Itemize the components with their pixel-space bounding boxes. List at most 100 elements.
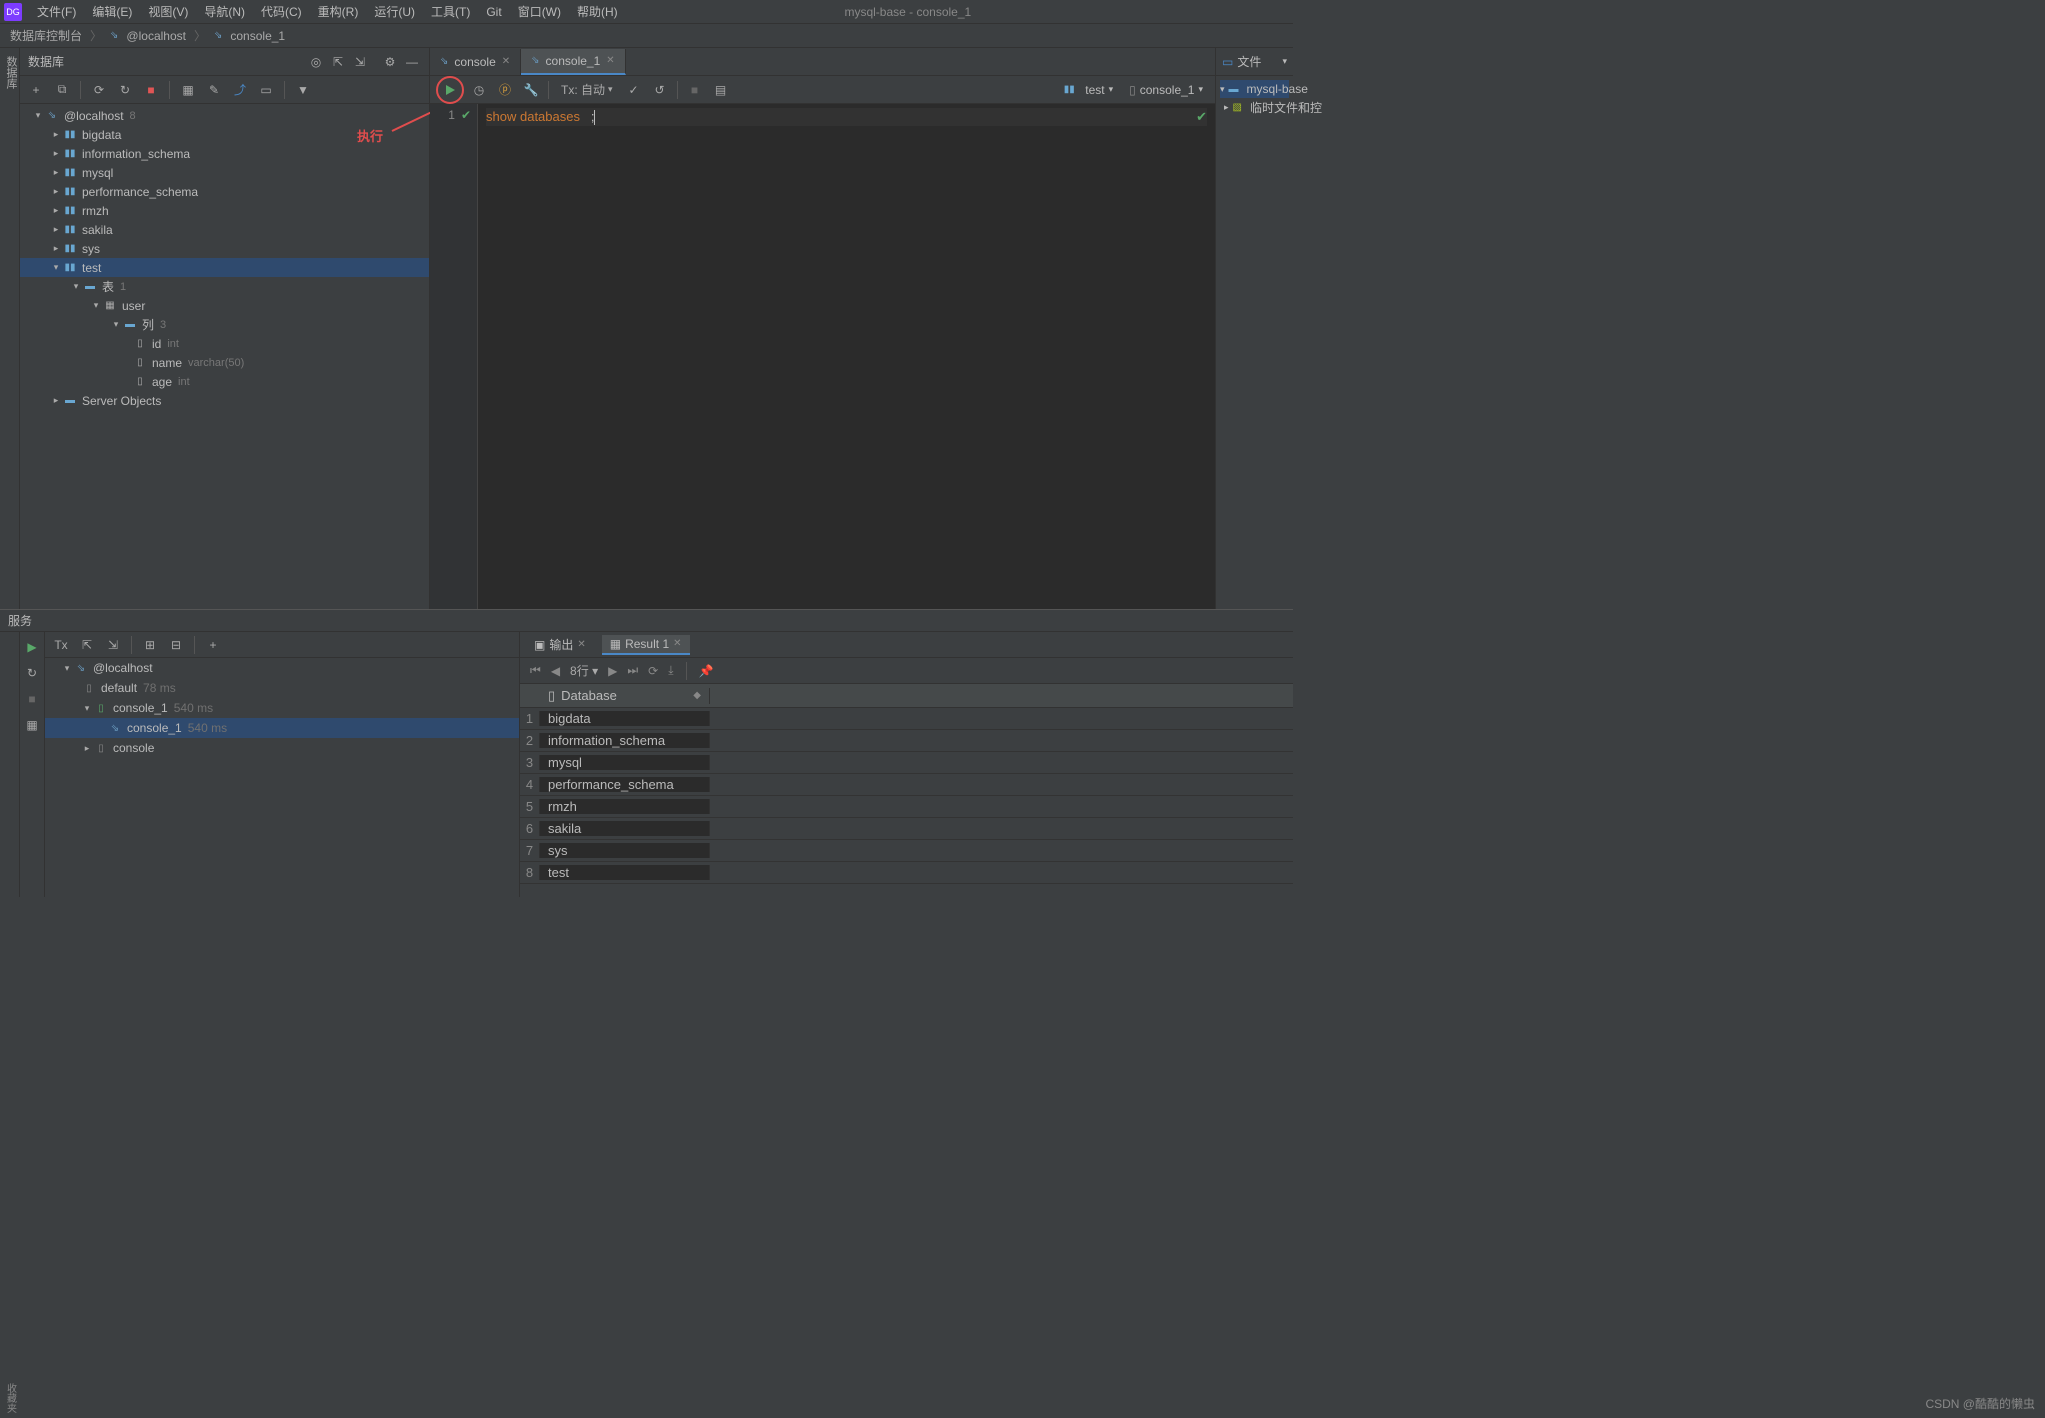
- refresh-icon[interactable]: ⟳: [89, 80, 109, 100]
- cell-database[interactable]: bigdata: [540, 711, 710, 726]
- menu-navigate[interactable]: 导航(N): [197, 1, 252, 22]
- menu-tools[interactable]: 工具(T): [424, 1, 477, 22]
- close-icon[interactable]: ✕: [502, 56, 510, 67]
- cell-database[interactable]: rmzh: [540, 799, 710, 814]
- table-row[interactable]: 3mysql: [520, 752, 1293, 774]
- columns-folder[interactable]: ▾▬列3: [20, 315, 429, 334]
- code-area[interactable]: show databases ; ✔: [478, 104, 1215, 609]
- target-icon[interactable]: ◎: [307, 53, 325, 71]
- favorites-tab[interactable]: 收藏夹: [0, 1378, 20, 1418]
- schema-bigdata[interactable]: ▸▮▮bigdata: [20, 125, 429, 144]
- cell-database[interactable]: performance_schema: [540, 777, 710, 792]
- sort-icon[interactable]: ◆: [693, 690, 701, 701]
- svc-console1-run[interactable]: ⇘console_1540 ms: [45, 718, 519, 738]
- group-icon[interactable]: ⊞: [140, 635, 160, 655]
- stop-icon[interactable]: ■: [684, 79, 706, 101]
- reload-icon[interactable]: ⟳: [648, 664, 658, 678]
- session-selector[interactable]: ▯console_1▾: [1123, 83, 1209, 97]
- expand-icon[interactable]: ⇱: [77, 635, 97, 655]
- cell-database[interactable]: test: [540, 865, 710, 880]
- table-row[interactable]: 2information_schema: [520, 730, 1293, 752]
- rerun-icon[interactable]: ↻: [23, 664, 41, 682]
- duplicate-icon[interactable]: ⧉: [52, 80, 72, 100]
- schema-performance_schema[interactable]: ▸▮▮performance_schema: [20, 182, 429, 201]
- stop-icon[interactable]: ■: [141, 80, 161, 100]
- collapse-icon[interactable]: ⇲: [351, 53, 369, 71]
- schema-rmzh[interactable]: ▸▮▮rmzh: [20, 201, 429, 220]
- schema-test[interactable]: ▾▮▮test: [20, 258, 429, 277]
- menu-edit[interactable]: 编辑(E): [85, 1, 139, 22]
- wrench-icon[interactable]: 🔧: [520, 79, 542, 101]
- ungroup-icon[interactable]: ⊟: [166, 635, 186, 655]
- column-name[interactable]: ▯namevarchar(50): [20, 353, 429, 372]
- expand-icon[interactable]: ⇱: [329, 53, 347, 71]
- run-icon[interactable]: ▶: [23, 638, 41, 656]
- side-tab-database[interactable]: 数据库: [0, 48, 20, 609]
- files-scratch[interactable]: ▸▧临时文件和控: [1220, 98, 1289, 116]
- cell-database[interactable]: information_schema: [540, 733, 710, 748]
- menu-run[interactable]: 运行(U): [367, 1, 422, 22]
- rollback-icon[interactable]: ↺: [649, 79, 671, 101]
- column-header-database[interactable]: ▯Database◆: [540, 688, 710, 704]
- tree-host[interactable]: ▾ ⇘ @localhost 8: [20, 106, 429, 125]
- run-button[interactable]: [439, 79, 461, 101]
- files-root[interactable]: ▾▬mysql-base: [1220, 80, 1289, 98]
- cell-database[interactable]: mysql: [540, 755, 710, 770]
- schema-mysql[interactable]: ▸▮▮mysql: [20, 163, 429, 182]
- edit-icon[interactable]: ✎: [204, 80, 224, 100]
- table-user[interactable]: ▾▦user: [20, 296, 429, 315]
- prev-page-icon[interactable]: ◀: [551, 664, 560, 678]
- server-objects[interactable]: ▸▬Server Objects: [20, 391, 429, 410]
- tab-console[interactable]: ⇘ console ✕: [430, 49, 521, 75]
- console-icon[interactable]: ▭: [256, 80, 276, 100]
- menu-file[interactable]: 文件(F): [30, 1, 83, 22]
- layout-icon[interactable]: ▦: [23, 716, 41, 734]
- menu-refactor[interactable]: 重构(R): [311, 1, 366, 22]
- crumb-console[interactable]: console_1: [230, 29, 285, 43]
- schema-sys[interactable]: ▸▮▮sys: [20, 239, 429, 258]
- output-icon[interactable]: ▤: [710, 79, 732, 101]
- sync-icon[interactable]: ↻: [115, 80, 135, 100]
- schema-selector[interactable]: ▮▮test▾: [1055, 83, 1119, 97]
- svc-default[interactable]: ▯default78 ms: [45, 678, 519, 698]
- cell-database[interactable]: sys: [540, 843, 710, 858]
- stop-icon[interactable]: ■: [23, 690, 41, 708]
- minimize-icon[interactable]: —: [403, 53, 421, 71]
- crumb-host[interactable]: @localhost: [126, 29, 186, 43]
- collapse-icon[interactable]: ⇲: [103, 635, 123, 655]
- table-icon[interactable]: ▦: [178, 80, 198, 100]
- chevron-down-icon[interactable]: ▾: [1282, 56, 1287, 67]
- close-icon[interactable]: ✕: [673, 638, 681, 649]
- history-icon[interactable]: ◷: [468, 79, 490, 101]
- next-page-icon[interactable]: ▶: [608, 664, 617, 678]
- last-page-icon[interactable]: ⏭: [627, 663, 638, 678]
- menu-code[interactable]: 代码(C): [254, 1, 309, 22]
- commit-icon[interactable]: ✓: [623, 79, 645, 101]
- table-row[interactable]: 8test: [520, 862, 1293, 884]
- table-row[interactable]: 1bigdata: [520, 708, 1293, 730]
- table-row[interactable]: 7sys: [520, 840, 1293, 862]
- add-icon[interactable]: +: [203, 635, 223, 655]
- first-page-icon[interactable]: ⏮: [530, 663, 541, 678]
- table-row[interactable]: 5rmzh: [520, 796, 1293, 818]
- svc-host[interactable]: ▾⇘@localhost: [45, 658, 519, 678]
- add-icon[interactable]: +: [26, 80, 46, 100]
- column-age[interactable]: ▯ageint: [20, 372, 429, 391]
- table-row[interactable]: 4performance_schema: [520, 774, 1293, 796]
- output-tab[interactable]: ▣输出✕: [526, 634, 594, 655]
- tables-folder[interactable]: ▾▬表1: [20, 277, 429, 296]
- menu-view[interactable]: 视图(V): [141, 1, 195, 22]
- cell-database[interactable]: sakila: [540, 821, 710, 836]
- close-icon[interactable]: ✕: [577, 639, 585, 650]
- menu-git[interactable]: Git: [479, 3, 508, 21]
- table-row[interactable]: 6sakila: [520, 818, 1293, 840]
- svc-console[interactable]: ▸▯console: [45, 738, 519, 758]
- tx-icon[interactable]: Tx: [51, 635, 71, 655]
- schema-information_schema[interactable]: ▸▮▮information_schema: [20, 144, 429, 163]
- filter-icon[interactable]: ▼: [293, 80, 313, 100]
- schema-sakila[interactable]: ▸▮▮sakila: [20, 220, 429, 239]
- result-tab[interactable]: ▦Result 1✕: [602, 635, 690, 655]
- tx-mode-dropdown[interactable]: Tx: 自动▾: [555, 81, 619, 98]
- tab-console-1[interactable]: ⇘ console_1 ✕: [521, 49, 626, 75]
- explain-icon[interactable]: ⓟ: [494, 79, 516, 101]
